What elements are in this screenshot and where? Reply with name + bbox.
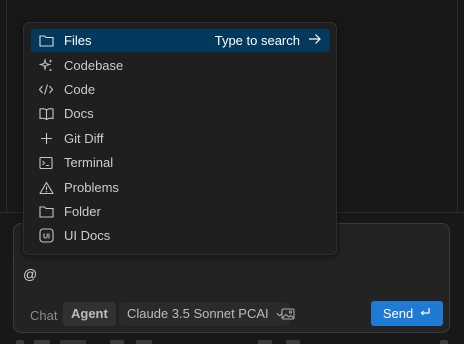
menu-item-label: Docs xyxy=(64,106,94,121)
code-brackets-icon xyxy=(38,82,54,98)
menu-item-codebase[interactable]: Codebase xyxy=(31,54,330,77)
toolbar-stub xyxy=(258,340,272,344)
panel-border-right xyxy=(457,0,458,214)
folder-icon xyxy=(38,204,54,220)
warning-icon xyxy=(38,180,54,196)
menu-item-terminal[interactable]: Terminal xyxy=(31,151,330,174)
toolbar-stub xyxy=(440,340,448,344)
mention-menu: Files Type to search Codebase Code Docs … xyxy=(23,22,337,255)
menu-item-label: Files xyxy=(64,33,92,48)
menu-item-folder[interactable]: Folder xyxy=(31,200,330,223)
ui-badge-icon: UI xyxy=(38,228,54,244)
menu-item-label: UI Docs xyxy=(64,228,111,243)
menu-item-docs[interactable]: Docs xyxy=(31,102,330,125)
toolbar-stub xyxy=(286,340,300,344)
menu-item-files[interactable]: Files Type to search xyxy=(31,29,330,52)
menu-item-label: Git Diff xyxy=(64,131,104,146)
menu-item-label: Problems xyxy=(64,180,119,195)
toolbar-stub xyxy=(60,340,86,344)
toolbar-stub xyxy=(34,340,50,344)
toolbar-stub xyxy=(16,340,24,344)
toolbar-stub xyxy=(136,340,152,344)
book-icon xyxy=(38,106,54,122)
menu-item-ui-docs[interactable]: UI UI Docs xyxy=(31,224,330,247)
ui-badge-text: UI xyxy=(43,233,50,240)
menu-item-label: Codebase xyxy=(64,58,124,73)
bottom-toolbar-partial xyxy=(0,338,464,344)
mode-chat-button[interactable]: Chat xyxy=(30,306,57,326)
panel-border-left xyxy=(6,0,7,214)
search-hint: Type to search xyxy=(215,33,322,48)
model-name: Claude 3.5 Sonnet PCAI xyxy=(127,306,269,321)
send-button[interactable]: Send xyxy=(371,301,443,326)
menu-item-problems[interactable]: Problems xyxy=(31,176,330,199)
menu-item-label: Code xyxy=(64,82,96,97)
send-label: Send xyxy=(382,306,414,321)
terminal-icon xyxy=(38,155,54,171)
mode-agent-button[interactable]: Agent xyxy=(63,302,116,326)
composer-input[interactable]: @ xyxy=(23,266,37,282)
model-selector[interactable]: Claude 3.5 Sonnet PCAI xyxy=(119,302,290,326)
sparkles-icon xyxy=(38,58,54,74)
menu-item-label: Terminal xyxy=(64,155,114,170)
enter-icon xyxy=(419,301,431,326)
toolbar-stub xyxy=(110,340,124,344)
plus-icon xyxy=(38,131,54,147)
folder-icon xyxy=(38,33,54,49)
arrow-right-icon xyxy=(308,33,322,48)
menu-item-code[interactable]: Code xyxy=(31,78,330,101)
image-icon[interactable] xyxy=(280,306,296,322)
search-hint-text: Type to search xyxy=(214,33,300,48)
app-window: @ Chat Agent Claude 3.5 Sonnet PCAI Send xyxy=(0,0,464,344)
menu-item-label: Folder xyxy=(64,204,101,219)
menu-item-git-diff[interactable]: Git Diff xyxy=(31,127,330,150)
